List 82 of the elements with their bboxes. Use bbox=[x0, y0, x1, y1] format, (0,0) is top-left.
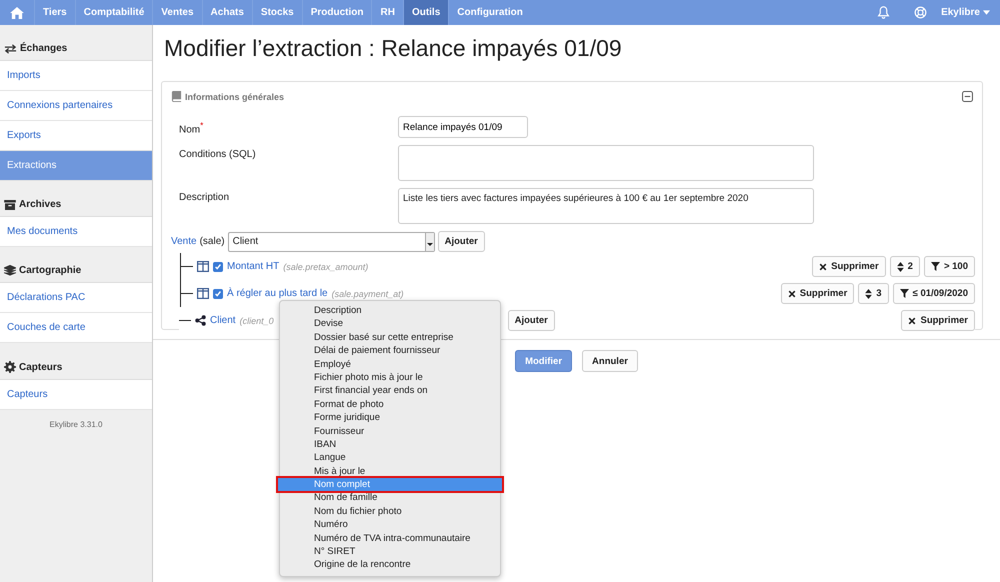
delete-button[interactable]: Supprimer bbox=[812, 256, 886, 277]
filter-button[interactable]: > 100 bbox=[924, 256, 975, 277]
add-button[interactable]: Ajouter bbox=[508, 310, 555, 331]
share-icon bbox=[195, 315, 206, 326]
text-area[interactable] bbox=[398, 145, 814, 181]
dropdown-option[interactable]: Numéro de TVA intra-communautaire bbox=[280, 532, 500, 546]
dropdown-option[interactable]: Description bbox=[280, 304, 500, 318]
field-label: Conditions (SQL) bbox=[179, 149, 256, 160]
delete-button[interactable]: Supprimer bbox=[780, 283, 854, 304]
sidebar-item[interactable]: Couches de carte bbox=[0, 313, 152, 343]
text-area[interactable]: Liste les tiers avec factures impayées supérieures à 100 € au 1er septembre 2020 bbox=[398, 188, 814, 224]
dropdown-option[interactable]: Langue bbox=[280, 451, 500, 465]
add-button[interactable]: Ajouter bbox=[438, 231, 485, 252]
dropdown-option[interactable]: Numéro bbox=[280, 518, 500, 532]
sidebar-item[interactable]: Déclarations PAC bbox=[0, 283, 152, 313]
dropdown-option[interactable]: Employé bbox=[280, 358, 500, 371]
filter-icon bbox=[930, 262, 940, 271]
panel-title: Informations générales bbox=[185, 92, 284, 102]
field-path: (sale.pretax_amount) bbox=[283, 262, 368, 272]
close-icon bbox=[819, 262, 828, 270]
bell-icon[interactable] bbox=[877, 6, 890, 19]
help-icon[interactable] bbox=[914, 6, 928, 19]
sidebar-section-title: Archives bbox=[19, 199, 62, 210]
caret-icon bbox=[983, 10, 990, 15]
nav-tab[interactable]: Outils bbox=[402, 0, 448, 25]
dropdown-option[interactable]: Format de photo bbox=[280, 398, 500, 412]
gear-icon bbox=[4, 361, 16, 373]
columns-icon bbox=[197, 261, 209, 272]
dropdown-option[interactable]: Dossier basé sur cette entreprise bbox=[280, 330, 500, 344]
model-link[interactable]: Vente bbox=[171, 236, 197, 247]
close-icon bbox=[908, 316, 916, 324]
sidebar-item[interactable]: Connexions partenaires bbox=[0, 91, 152, 121]
dropdown-option[interactable]: Délai de paiement fournisseur bbox=[280, 344, 500, 358]
sidebar-section-title: Cartographie bbox=[19, 265, 82, 276]
exchange-icon bbox=[4, 44, 17, 54]
delete-button[interactable]: Supprimer bbox=[901, 310, 975, 331]
model-code: (sale) bbox=[200, 236, 225, 247]
columns-icon bbox=[197, 288, 209, 299]
sidebar-item[interactable]: Mes documents bbox=[0, 217, 152, 247]
field-path: (sale.payment_at) bbox=[332, 288, 404, 298]
sort-icon bbox=[896, 262, 904, 272]
sidebar-section-title: Capteurs bbox=[19, 362, 62, 372]
input-field[interactable]: Relance impayés 01/09 bbox=[398, 116, 528, 138]
dropdown-option[interactable]: First financial year ends on bbox=[280, 384, 500, 398]
dropdown-option[interactable]: Origine de la rencontre bbox=[280, 558, 500, 572]
dropdown-option[interactable]: Mis à jour le bbox=[280, 464, 500, 478]
field-label: Description bbox=[179, 192, 230, 203]
dropdown-option[interactable]: Fichier photo mis à jour le bbox=[280, 370, 500, 384]
field-path: (client_0 bbox=[240, 316, 274, 326]
dropdown-option[interactable]: Forme juridique bbox=[280, 411, 500, 425]
select-field[interactable]: Client bbox=[228, 232, 435, 252]
dropdown-option[interactable]: Fournisseur bbox=[280, 424, 500, 438]
sidebar-section-title: Échanges bbox=[20, 43, 68, 54]
version-label: Ekylibre 3.31.0 bbox=[48, 419, 104, 431]
field-link[interactable]: Montant HT bbox=[227, 261, 280, 272]
filter-button[interactable]: ≤ 01/09/2020 bbox=[892, 283, 975, 304]
layers-icon bbox=[4, 265, 16, 276]
sort-icon bbox=[865, 288, 872, 298]
dropdown-option[interactable]: Nom de famille bbox=[280, 491, 500, 505]
archive-icon bbox=[4, 200, 16, 210]
book-icon bbox=[171, 91, 182, 102]
required-mark: * bbox=[200, 120, 204, 130]
collapse-icon[interactable] bbox=[962, 91, 973, 102]
sort-order-button[interactable]: 3 bbox=[858, 283, 889, 304]
sidebar-item[interactable]: Capteurs bbox=[0, 380, 152, 410]
cancel-button[interactable]: Annuler bbox=[582, 350, 638, 372]
dropdown-option[interactable]: IBAN bbox=[280, 438, 500, 452]
sidebar-item[interactable]: Imports bbox=[0, 61, 152, 91]
field-link[interactable]: À régler au plus tard le bbox=[227, 288, 328, 299]
home-icon[interactable] bbox=[10, 6, 24, 18]
dropdown-option[interactable]: Devise bbox=[280, 317, 500, 331]
checkbox[interactable] bbox=[213, 288, 223, 298]
checkbox[interactable] bbox=[213, 262, 223, 272]
field-label: Nom bbox=[179, 124, 200, 136]
page-title: Modifier l’extraction : Relance impayés 01/09 bbox=[164, 35, 623, 63]
dropdown-option[interactable]: N° SIRET bbox=[280, 545, 500, 558]
dropdown-option[interactable]: Nom du fichier photo bbox=[280, 504, 500, 518]
field-link[interactable]: Client bbox=[210, 315, 236, 326]
close-icon bbox=[788, 290, 796, 298]
sort-order-button[interactable]: 2 bbox=[890, 256, 920, 277]
filter-icon bbox=[900, 289, 909, 298]
sidebar-item[interactable]: Exports bbox=[0, 121, 152, 151]
